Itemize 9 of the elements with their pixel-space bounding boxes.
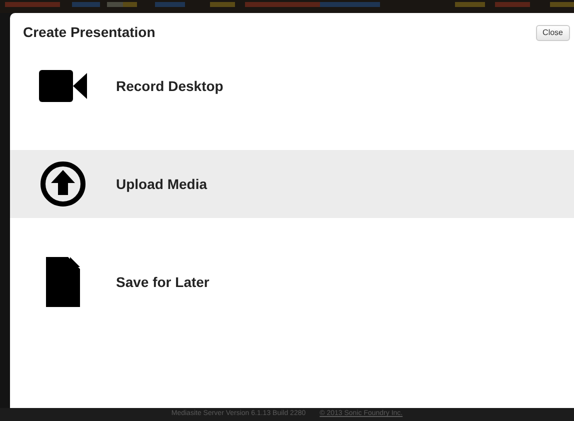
document-icon	[46, 257, 80, 307]
video-camera-icon	[39, 70, 87, 102]
upload-icon	[40, 161, 86, 207]
option-label: Record Desktop	[116, 76, 224, 96]
option-label: Upload Media	[116, 174, 208, 194]
close-button[interactable]: Close	[536, 24, 570, 40]
option-label: Save for Later	[116, 272, 210, 292]
option-row[interactable]: Upload Media	[10, 150, 574, 218]
dialog-title: Create Presentation	[23, 23, 156, 42]
